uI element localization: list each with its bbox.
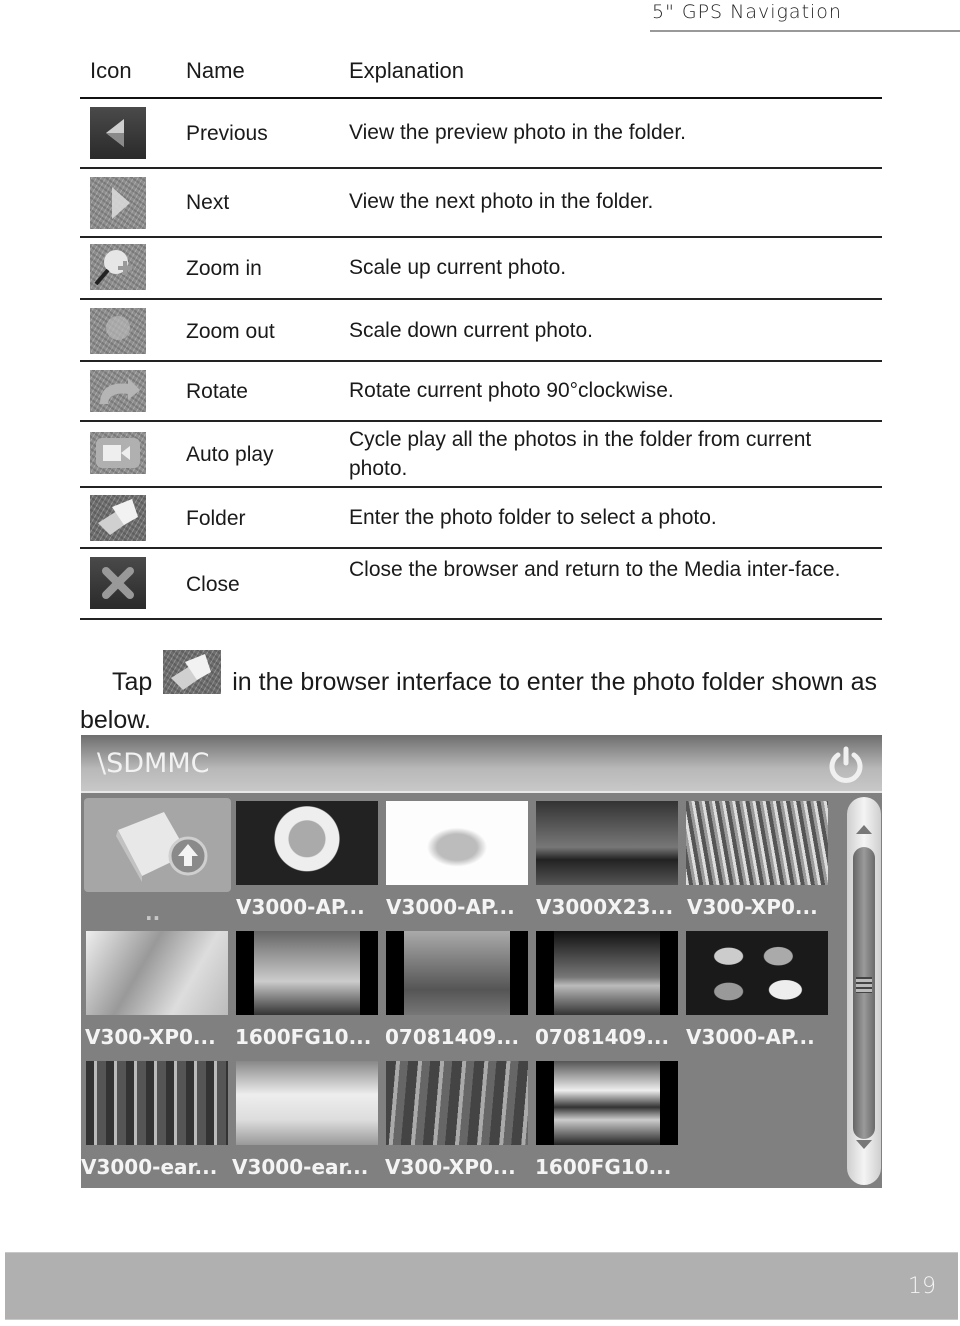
table-row: Close Close the browser and return to th… bbox=[80, 549, 882, 620]
instruction-paragraph: Tap in the browser interface to enter th… bbox=[80, 650, 890, 739]
page-number: 19 bbox=[908, 1274, 936, 1299]
icon-table: Icon Name Explanation Previous View the … bbox=[80, 50, 882, 620]
photo-thumbnail[interactable] bbox=[386, 931, 528, 1015]
table-row: Zoom in Scale up current photo. bbox=[80, 238, 882, 300]
next-icon bbox=[90, 177, 146, 229]
row-name: Auto play bbox=[186, 443, 274, 466]
row-name: Next bbox=[186, 191, 230, 214]
photo-filename: V3000X23... bbox=[536, 895, 674, 919]
table-row: Folder Enter the photo folder to select … bbox=[80, 488, 882, 549]
photo-filename: 07081409... bbox=[385, 1025, 520, 1049]
folder-icon bbox=[163, 650, 222, 694]
photo-thumbnail[interactable] bbox=[536, 931, 678, 1015]
row-explanation: View the preview photo in the folder. bbox=[349, 121, 686, 144]
row-name: Zoom out bbox=[186, 320, 275, 343]
table-row: Previous View the preview photo in the f… bbox=[80, 99, 882, 169]
row-explanation: Cycle play all the photos in the folder … bbox=[349, 428, 812, 480]
photo-thumbnail[interactable] bbox=[236, 1061, 378, 1145]
rotate-icon bbox=[90, 370, 146, 412]
row-explanation: Scale down current photo. bbox=[349, 319, 593, 342]
photo-thumbnail[interactable] bbox=[236, 931, 378, 1015]
photo-filename: V300-XP0... bbox=[687, 895, 818, 919]
column-header-explanation: Explanation bbox=[349, 58, 464, 83]
row-explanation: Close the browser and return to the Medi… bbox=[349, 558, 841, 581]
auto-play-icon bbox=[90, 432, 146, 474]
table-row: Auto play Cycle play all the photos in t… bbox=[80, 422, 882, 488]
row-name: Rotate bbox=[186, 380, 248, 403]
row-name: Previous bbox=[186, 122, 268, 145]
photo-thumbnail[interactable] bbox=[536, 801, 678, 885]
row-explanation: Scale up current photo. bbox=[349, 256, 567, 279]
column-header-icon: Icon bbox=[90, 58, 132, 83]
photo-filename: V3000-ear... bbox=[81, 1155, 218, 1179]
running-header: 5" GPS Navigation bbox=[650, 0, 960, 32]
photo-thumbnail[interactable] bbox=[686, 931, 828, 1015]
row-explanation: Enter the photo folder to select a photo… bbox=[349, 506, 717, 529]
instruction-text-before: Tap bbox=[112, 668, 153, 696]
row-name: Folder bbox=[186, 507, 246, 530]
row-explanation: View the next photo in the folder. bbox=[349, 190, 654, 213]
scroll-up-icon[interactable] bbox=[856, 825, 872, 834]
previous-icon bbox=[90, 107, 146, 159]
photo-filename: V3000-AP... bbox=[236, 895, 365, 919]
vertical-scrollbar[interactable] bbox=[847, 797, 881, 1185]
close-icon bbox=[90, 557, 146, 609]
page-footer: 19 bbox=[5, 1252, 958, 1320]
row-name: Close bbox=[186, 573, 240, 596]
document-title: 5" GPS Navigation bbox=[652, 1, 842, 23]
photo-filename: V3000-AP... bbox=[386, 895, 515, 919]
photo-filename: V300-XP0... bbox=[85, 1025, 216, 1049]
scrollbar-grip[interactable] bbox=[856, 977, 872, 993]
photo-thumbnail[interactable] bbox=[86, 1061, 228, 1145]
row-name: Zoom in bbox=[186, 257, 262, 280]
photo-browser-screenshot: \SDMMC .. V3000-AP... V3000-AP... V3000X… bbox=[81, 735, 882, 1188]
browser-header: \SDMMC bbox=[81, 735, 882, 793]
table-header: Icon Name Explanation bbox=[80, 50, 882, 99]
photo-thumbnail[interactable] bbox=[236, 801, 378, 885]
folder-path: \SDMMC bbox=[97, 748, 210, 779]
table-row: Zoom out Scale down current photo. bbox=[80, 300, 882, 362]
column-header-name: Name bbox=[186, 58, 245, 83]
parent-folder-button[interactable] bbox=[84, 798, 231, 892]
photo-thumbnail[interactable] bbox=[86, 931, 228, 1015]
photo-filename: 1600FG10... bbox=[235, 1025, 372, 1049]
photo-thumbnail[interactable] bbox=[386, 1061, 528, 1145]
photo-filename: V3000-ear... bbox=[232, 1155, 369, 1179]
photo-filename: 07081409... bbox=[535, 1025, 670, 1049]
photo-thumbnail[interactable] bbox=[386, 801, 528, 885]
photo-filename: V300-XP0... bbox=[385, 1155, 516, 1179]
photo-filename: 1600FG10... bbox=[535, 1155, 672, 1179]
scrollbar-track[interactable] bbox=[853, 847, 875, 1139]
table-row: Rotate Rotate current photo 90°clockwise… bbox=[80, 362, 882, 422]
photo-thumbnail[interactable] bbox=[686, 801, 828, 885]
row-explanation: Rotate current photo 90°clockwise. bbox=[349, 379, 674, 402]
power-icon[interactable] bbox=[826, 745, 866, 785]
table-row: Next View the next photo in the folder. bbox=[80, 169, 882, 238]
zoom-out-icon bbox=[90, 308, 146, 354]
folder-icon bbox=[90, 495, 146, 541]
scroll-down-icon[interactable] bbox=[856, 1140, 872, 1149]
photo-filename: V3000-AP... bbox=[686, 1025, 815, 1049]
photo-thumbnail[interactable] bbox=[536, 1061, 678, 1145]
zoom-in-icon bbox=[90, 244, 146, 290]
